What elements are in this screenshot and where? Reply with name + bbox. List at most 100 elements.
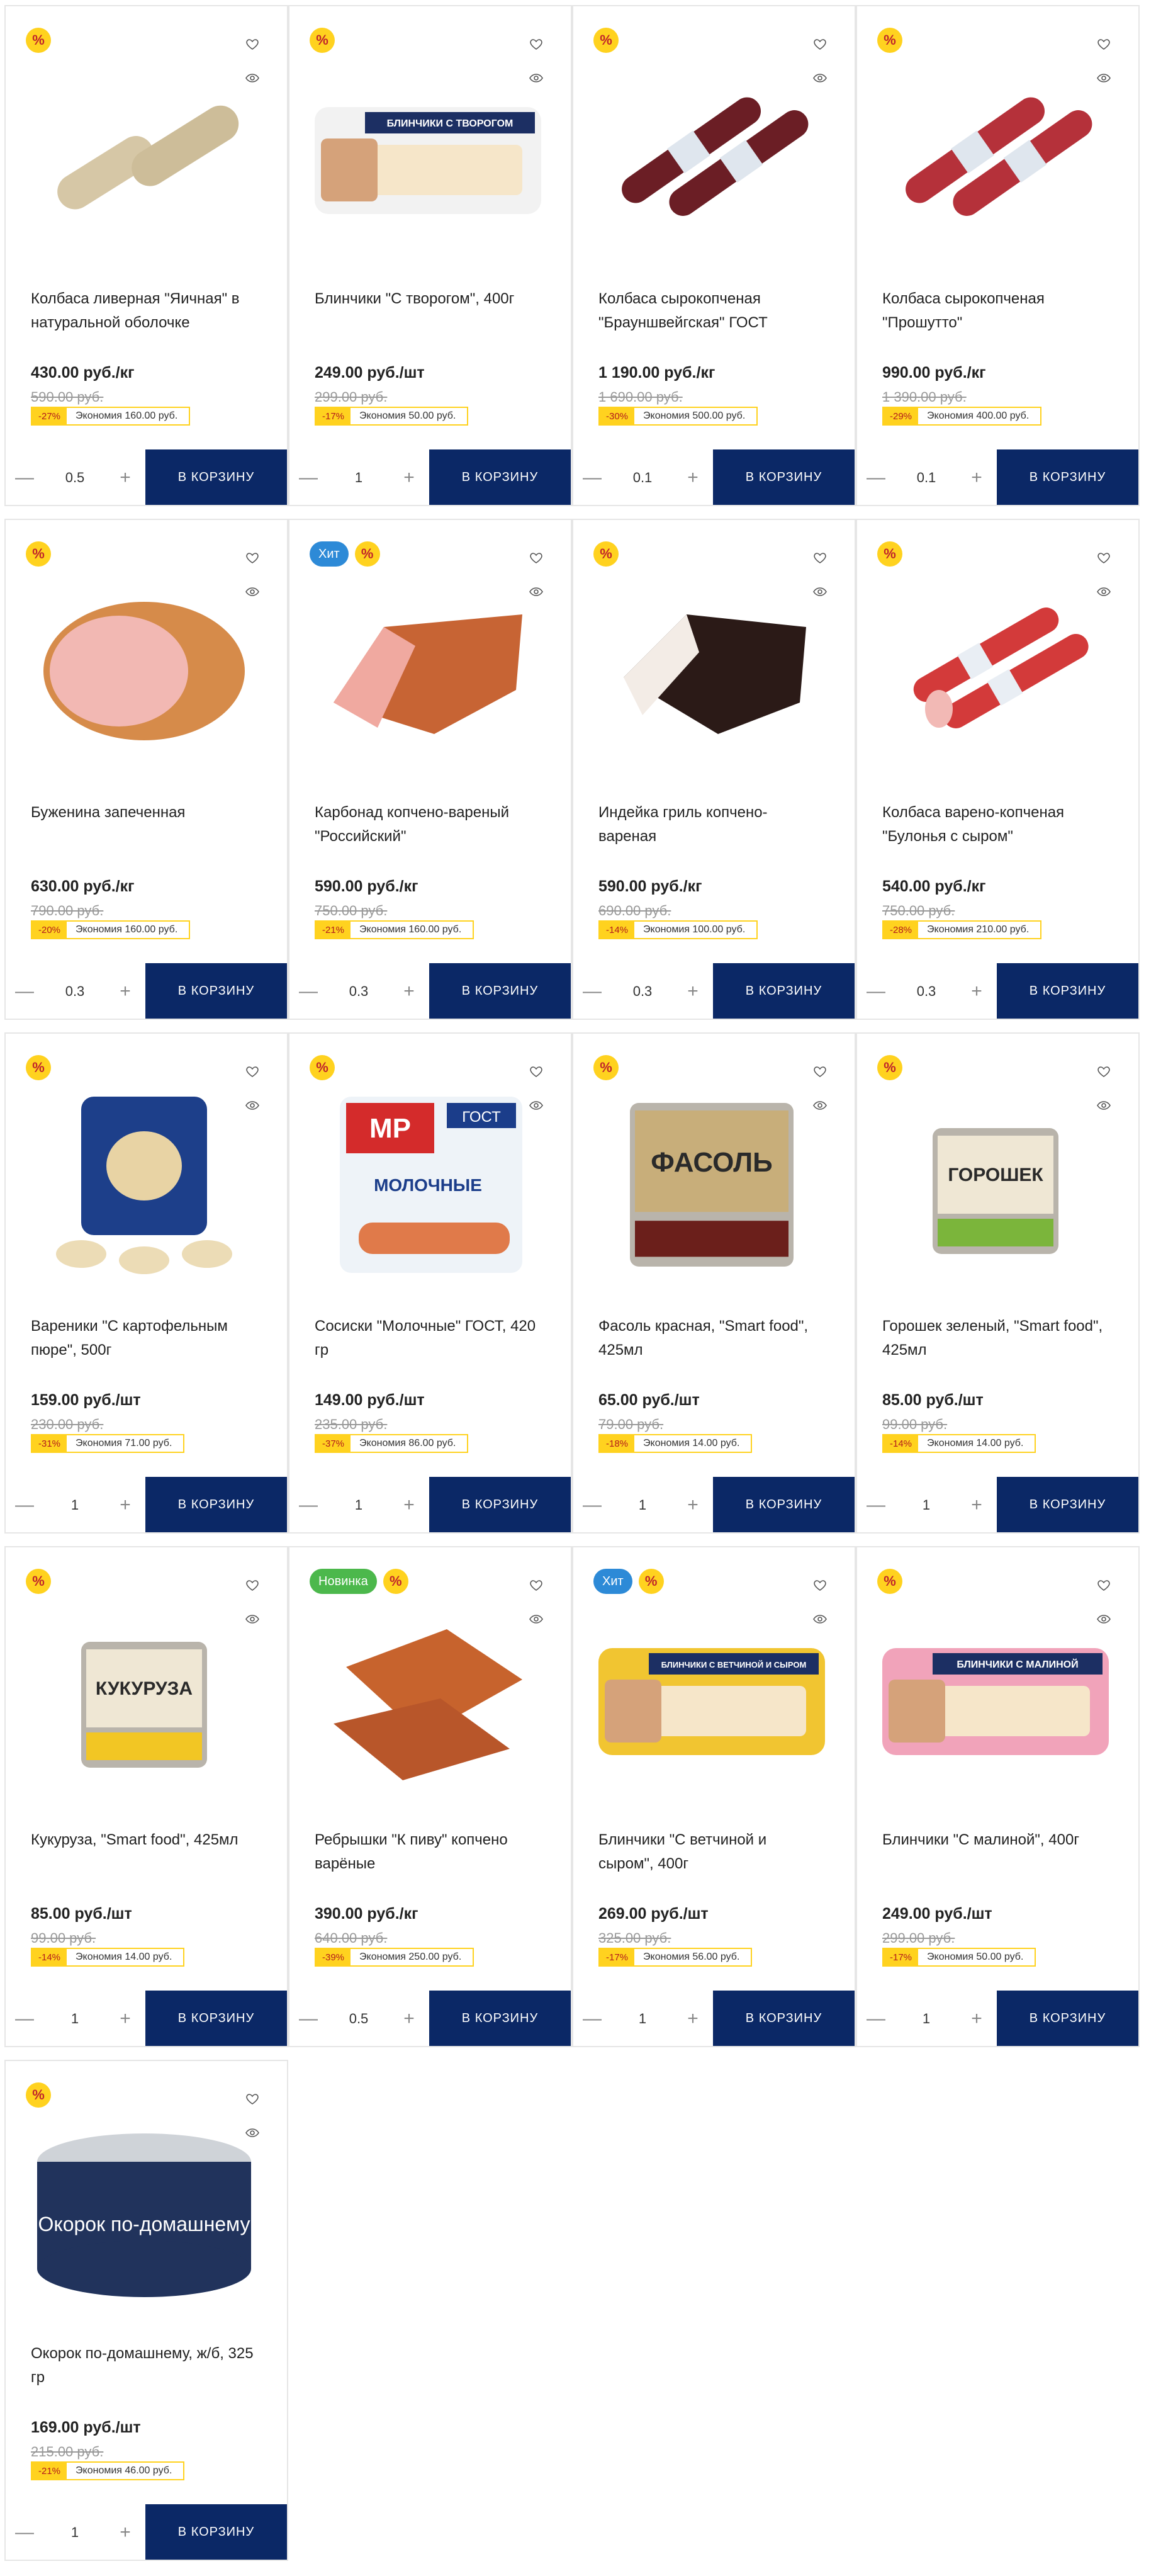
product-name[interactable]: Сосиски "Молочные" ГОСТ, 420 гр: [315, 1314, 541, 1362]
increase-button[interactable]: +: [674, 964, 712, 1019]
quantity-value[interactable]: 0.3: [43, 983, 106, 1000]
quantity-value[interactable]: 1: [895, 2011, 958, 2027]
decrease-button[interactable]: —: [573, 964, 611, 1019]
add-to-cart-button[interactable]: В КОРЗИНУ: [429, 1477, 571, 1532]
product-name[interactable]: Блинчики "С творогом", 400г: [315, 287, 541, 311]
heart-icon[interactable]: [527, 1063, 546, 1080]
product-name[interactable]: Горошек зеленый, "Smart food", 425мл: [882, 1314, 1109, 1362]
product-card[interactable]: % Колбаса сырокопченая "Брауншвейгская" Г…: [572, 5, 856, 506]
product-image[interactable]: [25, 1090, 264, 1279]
product-image[interactable]: БЛИНЧИКИ С ВЕТЧИНОЙ И СЫРОМ: [592, 1604, 831, 1793]
add-to-cart-button[interactable]: В КОРЗИНУ: [145, 2504, 287, 2560]
product-card[interactable]: % ФАСОЛЬ Фасоль красная, "Smart food", 425…: [572, 1032, 856, 1534]
increase-button[interactable]: +: [674, 451, 712, 505]
increase-button[interactable]: +: [958, 1478, 996, 1532]
heart-icon[interactable]: [811, 549, 829, 567]
product-name[interactable]: Кукуруза, "Smart food", 425мл: [31, 1828, 257, 1852]
increase-button[interactable]: +: [106, 451, 144, 505]
decrease-button[interactable]: —: [857, 964, 895, 1019]
product-image[interactable]: КУКУРУЗА: [25, 1604, 264, 1793]
add-to-cart-button[interactable]: В КОРЗИНУ: [997, 1991, 1138, 2046]
heart-icon[interactable]: [527, 35, 546, 53]
product-card[interactable]: % БЛИНЧИКИ С ТВОРОГОМ Блинчики "С творогом…: [288, 5, 572, 506]
decrease-button[interactable]: —: [857, 451, 895, 505]
add-to-cart-button[interactable]: В КОРЗИНУ: [429, 449, 571, 505]
decrease-button[interactable]: —: [289, 451, 327, 505]
heart-icon[interactable]: [1094, 1063, 1113, 1080]
product-card[interactable]: % Колбаса сырокопченая "Прошутто" 990.00 р…: [856, 5, 1140, 506]
increase-button[interactable]: +: [106, 1992, 144, 2046]
add-to-cart-button[interactable]: В КОРЗИНУ: [713, 1991, 855, 2046]
product-card[interactable]: % МР ГОСТ МОЛОЧНЫЕ Сосиски "Молочные" ГОСТ, …: [288, 1032, 572, 1534]
add-to-cart-button[interactable]: В КОРЗИНУ: [145, 449, 287, 505]
heart-icon[interactable]: [243, 35, 262, 53]
decrease-button[interactable]: —: [573, 451, 611, 505]
quantity-value[interactable]: 0.3: [327, 983, 390, 1000]
quantity-value[interactable]: 1: [43, 1497, 106, 1513]
product-name[interactable]: Окорок по-домашнему, ж/б, 325 гр: [31, 2342, 257, 2390]
product-name[interactable]: Карбонад копчено-вареный "Российский": [315, 801, 541, 849]
quantity-value[interactable]: 0.3: [611, 983, 674, 1000]
heart-icon[interactable]: [243, 1063, 262, 1080]
product-image[interactable]: ФАСОЛЬ: [592, 1090, 831, 1279]
increase-button[interactable]: +: [958, 451, 996, 505]
product-image[interactable]: ГОРОШЕК: [876, 1090, 1115, 1279]
product-name[interactable]: Блинчики "С малиной", 400г: [882, 1828, 1109, 1852]
product-image[interactable]: [876, 577, 1115, 765]
product-name[interactable]: Фасоль красная, "Smart food", 425мл: [598, 1314, 825, 1362]
decrease-button[interactable]: —: [6, 2505, 43, 2560]
product-image[interactable]: [592, 577, 831, 765]
quantity-value[interactable]: 1: [895, 1497, 958, 1513]
product-card[interactable]: Новинка% Ребрышки "К пиву" копчено варёны…: [288, 1546, 572, 2047]
product-name[interactable]: Блинчики "С ветчиной и сыром", 400г: [598, 1828, 825, 1876]
heart-icon[interactable]: [1094, 549, 1113, 567]
decrease-button[interactable]: —: [6, 1992, 43, 2046]
product-name[interactable]: Колбаса сырокопченая "Прошутто": [882, 287, 1109, 335]
product-image[interactable]: МР ГОСТ МОЛОЧНЫЕ: [308, 1090, 547, 1279]
decrease-button[interactable]: —: [289, 1478, 327, 1532]
add-to-cart-button[interactable]: В КОРЗИНУ: [997, 963, 1138, 1019]
quantity-value[interactable]: 1: [43, 2524, 106, 2541]
increase-button[interactable]: +: [390, 964, 428, 1019]
quantity-value[interactable]: 0.5: [327, 2011, 390, 2027]
quantity-value[interactable]: 0.1: [895, 470, 958, 486]
increase-button[interactable]: +: [390, 1992, 428, 2046]
product-card[interactable]: % Буженина запеченная 630.00 руб./кг 790.00…: [4, 519, 288, 1020]
decrease-button[interactable]: —: [573, 1478, 611, 1532]
increase-button[interactable]: +: [106, 2505, 144, 2560]
product-card[interactable]: % ГОРОШЕК Горошек зеленый, "Smart food", 4…: [856, 1032, 1140, 1534]
heart-icon[interactable]: [527, 1576, 546, 1594]
decrease-button[interactable]: —: [289, 1992, 327, 2046]
heart-icon[interactable]: [527, 549, 546, 567]
add-to-cart-button[interactable]: В КОРЗИНУ: [997, 1477, 1138, 1532]
product-image[interactable]: [308, 1604, 547, 1793]
decrease-button[interactable]: —: [857, 1478, 895, 1532]
product-name[interactable]: Буженина запеченная: [31, 801, 257, 825]
product-name[interactable]: Колбаса варено-копченая "Булонья с сыром…: [882, 801, 1109, 849]
heart-icon[interactable]: [243, 549, 262, 567]
decrease-button[interactable]: —: [6, 451, 43, 505]
heart-icon[interactable]: [1094, 35, 1113, 53]
product-name[interactable]: Колбаса сырокопченая "Брауншвейгская" ГО…: [598, 287, 825, 335]
add-to-cart-button[interactable]: В КОРЗИНУ: [997, 449, 1138, 505]
heart-icon[interactable]: [1094, 1576, 1113, 1594]
increase-button[interactable]: +: [106, 964, 144, 1019]
product-image[interactable]: [25, 577, 264, 765]
product-card[interactable]: Хит% БЛИНЧИКИ С ВЕТЧИНОЙ И СЫРОМ Блинчики …: [572, 1546, 856, 2047]
increase-button[interactable]: +: [390, 451, 428, 505]
quantity-value[interactable]: 1: [43, 2011, 106, 2027]
product-card[interactable]: % Колбаса ливерная "Яичная" в натуральной…: [4, 5, 288, 506]
increase-button[interactable]: +: [390, 1478, 428, 1532]
product-image[interactable]: [308, 577, 547, 765]
product-image[interactable]: БЛИНЧИКИ С ТВОРОГОМ: [308, 63, 547, 252]
add-to-cart-button[interactable]: В КОРЗИНУ: [713, 963, 855, 1019]
quantity-value[interactable]: 1: [611, 1497, 674, 1513]
decrease-button[interactable]: —: [6, 1478, 43, 1532]
increase-button[interactable]: +: [106, 1478, 144, 1532]
increase-button[interactable]: +: [674, 1992, 712, 2046]
product-card[interactable]: Хит% Карбонад копчено-вареный "Российский…: [288, 519, 572, 1020]
product-card[interactable]: % Вареники "С картофельным пюре", 500г 159…: [4, 1032, 288, 1534]
increase-button[interactable]: +: [674, 1478, 712, 1532]
decrease-button[interactable]: —: [289, 964, 327, 1019]
product-image[interactable]: [876, 63, 1115, 252]
